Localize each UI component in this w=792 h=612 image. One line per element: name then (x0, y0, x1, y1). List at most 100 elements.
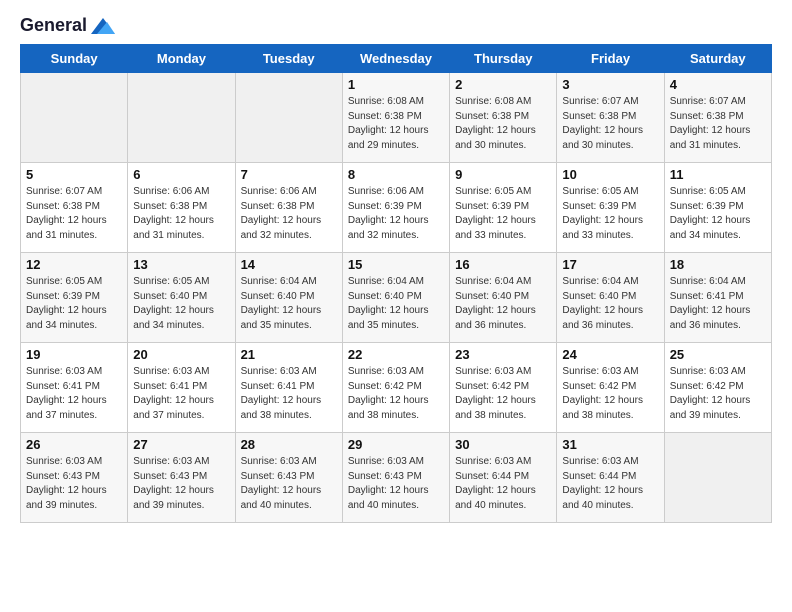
day-number: 16 (455, 257, 551, 272)
calendar-cell: 6 Sunrise: 6:06 AM Sunset: 6:38 PM Daylig… (128, 163, 235, 253)
day-info: Sunrise: 6:07 AM Sunset: 6:38 PM Dayligh… (26, 185, 122, 243)
day-number: 9 (455, 167, 551, 182)
week-row-3: 19Sunrise: 6:03 AM Sunset: 6:41 PM Dayli… (21, 343, 772, 433)
day-info: Sunrise: 6:06 AM Sunset: 6:39 PM Dayligh… (348, 185, 444, 243)
calendar-cell: 26 Sunrise: 6:03 AM Sunset: 6:43 PM Dayli… (21, 433, 128, 523)
day-info: Sunrise: 6:03 AM Sunset: 6:44 PM Dayligh… (562, 455, 658, 513)
weekday-wednesday: Wednesday (342, 45, 449, 73)
day-info: Sunrise: 6:05 AM Sunset: 6:39 PM Dayligh… (670, 185, 766, 243)
day-info: Sunrise: 6:04 AM Sunset: 6:40 PM Dayligh… (455, 275, 551, 333)
calendar-cell: 4Sunrise: 6:07 AM Sunset: 6:38 PM Daylig… (664, 73, 771, 163)
day-info: Sunrise: 6:03 AM Sunset: 6:43 PM Dayligh… (241, 455, 337, 513)
day-info: Sunrise: 6:03 AM Sunset: 6:42 PM Dayligh… (670, 365, 766, 423)
day-number: 5 (26, 167, 122, 182)
calendar-cell: 14 Sunrise: 6:04 AM Sunset: 6:40 PM Dayli… (235, 253, 342, 343)
day-info: Sunrise: 6:05 AM Sunset: 6:39 PM Dayligh… (26, 275, 122, 333)
day-number: 27 (133, 437, 229, 452)
calendar-cell: 25 Sunrise: 6:03 AM Sunset: 6:42 PM Dayli… (664, 343, 771, 433)
calendar-cell: 31Sunrise: 6:03 AM Sunset: 6:44 PM Dayli… (557, 433, 664, 523)
calendar-cell: 2Sunrise: 6:08 AM Sunset: 6:38 PM Daylig… (450, 73, 557, 163)
day-info: Sunrise: 6:03 AM Sunset: 6:44 PM Dayligh… (455, 455, 551, 513)
day-number: 8 (348, 167, 444, 182)
day-number: 18 (670, 257, 766, 272)
weekday-monday: Monday (128, 45, 235, 73)
calendar-cell: 27 Sunrise: 6:03 AM Sunset: 6:43 PM Dayli… (128, 433, 235, 523)
day-info: Sunrise: 6:03 AM Sunset: 6:43 PM Dayligh… (26, 455, 122, 513)
calendar-cell: 15 Sunrise: 6:04 AM Sunset: 6:40 PM Dayli… (342, 253, 449, 343)
day-info: Sunrise: 6:04 AM Sunset: 6:41 PM Dayligh… (670, 275, 766, 333)
day-number: 29 (348, 437, 444, 452)
day-info: Sunrise: 6:08 AM Sunset: 6:38 PM Dayligh… (348, 95, 444, 153)
day-number: 24 (562, 347, 658, 362)
day-number: 7 (241, 167, 337, 182)
day-info: Sunrise: 6:06 AM Sunset: 6:38 PM Dayligh… (133, 185, 229, 243)
day-number: 6 (133, 167, 229, 182)
day-info: Sunrise: 6:03 AM Sunset: 6:42 PM Dayligh… (455, 365, 551, 423)
calendar-cell: 5 Sunrise: 6:07 AM Sunset: 6:38 PM Daylig… (21, 163, 128, 253)
calendar-cell: 22 Sunrise: 6:03 AM Sunset: 6:42 PM Dayli… (342, 343, 449, 433)
calendar-cell (128, 73, 235, 163)
calendar-cell: 16 Sunrise: 6:04 AM Sunset: 6:40 PM Dayli… (450, 253, 557, 343)
calendar-cell: 19Sunrise: 6:03 AM Sunset: 6:41 PM Dayli… (21, 343, 128, 433)
weekday-thursday: Thursday (450, 45, 557, 73)
weekday-sunday: Sunday (21, 45, 128, 73)
day-number: 12 (26, 257, 122, 272)
day-number: 28 (241, 437, 337, 452)
day-number: 22 (348, 347, 444, 362)
day-number: 14 (241, 257, 337, 272)
calendar-cell: 9 Sunrise: 6:05 AM Sunset: 6:39 PM Daylig… (450, 163, 557, 253)
week-row-4: 26 Sunrise: 6:03 AM Sunset: 6:43 PM Dayli… (21, 433, 772, 523)
week-row-2: 12 Sunrise: 6:05 AM Sunset: 6:39 PM Dayli… (21, 253, 772, 343)
day-info: Sunrise: 6:03 AM Sunset: 6:43 PM Dayligh… (348, 455, 444, 513)
day-number: 10 (562, 167, 658, 182)
calendar-cell: 8 Sunrise: 6:06 AM Sunset: 6:39 PM Daylig… (342, 163, 449, 253)
day-info: Sunrise: 6:04 AM Sunset: 6:40 PM Dayligh… (348, 275, 444, 333)
logo-text: General (20, 16, 117, 36)
calendar-cell: 29 Sunrise: 6:03 AM Sunset: 6:43 PM Dayli… (342, 433, 449, 523)
day-number: 20 (133, 347, 229, 362)
weekday-saturday: Saturday (664, 45, 771, 73)
day-number: 1 (348, 77, 444, 92)
day-info: Sunrise: 6:03 AM Sunset: 6:43 PM Dayligh… (133, 455, 229, 513)
calendar-cell: 3Sunrise: 6:07 AM Sunset: 6:38 PM Daylig… (557, 73, 664, 163)
logo: General (20, 16, 117, 34)
calendar-cell (235, 73, 342, 163)
day-number: 21 (241, 347, 337, 362)
calendar-cell (664, 433, 771, 523)
day-number: 23 (455, 347, 551, 362)
calendar-cell: 1 Sunrise: 6:08 AM Sunset: 6:38 PM Daylig… (342, 73, 449, 163)
day-info: Sunrise: 6:03 AM Sunset: 6:42 PM Dayligh… (348, 365, 444, 423)
day-number: 2 (455, 77, 551, 92)
logo-icon (89, 16, 117, 36)
calendar-cell: 10 Sunrise: 6:05 AM Sunset: 6:39 PM Dayli… (557, 163, 664, 253)
day-info: Sunrise: 6:05 AM Sunset: 6:40 PM Dayligh… (133, 275, 229, 333)
calendar-cell: 28 Sunrise: 6:03 AM Sunset: 6:43 PM Dayli… (235, 433, 342, 523)
day-number: 25 (670, 347, 766, 362)
calendar-cell: 7 Sunrise: 6:06 AM Sunset: 6:38 PM Daylig… (235, 163, 342, 253)
weekday-header-row: SundayMondayTuesdayWednesdayThursdayFrid… (21, 45, 772, 73)
day-info: Sunrise: 6:03 AM Sunset: 6:42 PM Dayligh… (562, 365, 658, 423)
week-row-0: 1 Sunrise: 6:08 AM Sunset: 6:38 PM Daylig… (21, 73, 772, 163)
day-info: Sunrise: 6:05 AM Sunset: 6:39 PM Dayligh… (455, 185, 551, 243)
day-number: 26 (26, 437, 122, 452)
calendar: SundayMondayTuesdayWednesdayThursdayFrid… (20, 44, 772, 523)
day-number: 4 (670, 77, 766, 92)
day-number: 15 (348, 257, 444, 272)
day-number: 3 (562, 77, 658, 92)
day-info: Sunrise: 6:06 AM Sunset: 6:38 PM Dayligh… (241, 185, 337, 243)
calendar-cell: 18 Sunrise: 6:04 AM Sunset: 6:41 PM Dayli… (664, 253, 771, 343)
weekday-tuesday: Tuesday (235, 45, 342, 73)
day-number: 11 (670, 167, 766, 182)
page: General SundayMondayTuesdayWednesdayThur… (0, 0, 792, 543)
calendar-cell: 30Sunrise: 6:03 AM Sunset: 6:44 PM Dayli… (450, 433, 557, 523)
calendar-cell: 17 Sunrise: 6:04 AM Sunset: 6:40 PM Dayli… (557, 253, 664, 343)
calendar-cell: 12 Sunrise: 6:05 AM Sunset: 6:39 PM Dayli… (21, 253, 128, 343)
day-info: Sunrise: 6:04 AM Sunset: 6:40 PM Dayligh… (562, 275, 658, 333)
day-info: Sunrise: 6:03 AM Sunset: 6:41 PM Dayligh… (241, 365, 337, 423)
day-info: Sunrise: 6:05 AM Sunset: 6:39 PM Dayligh… (562, 185, 658, 243)
day-number: 17 (562, 257, 658, 272)
day-info: Sunrise: 6:03 AM Sunset: 6:41 PM Dayligh… (26, 365, 122, 423)
calendar-cell: 20Sunrise: 6:03 AM Sunset: 6:41 PM Dayli… (128, 343, 235, 433)
weekday-friday: Friday (557, 45, 664, 73)
day-info: Sunrise: 6:04 AM Sunset: 6:40 PM Dayligh… (241, 275, 337, 333)
